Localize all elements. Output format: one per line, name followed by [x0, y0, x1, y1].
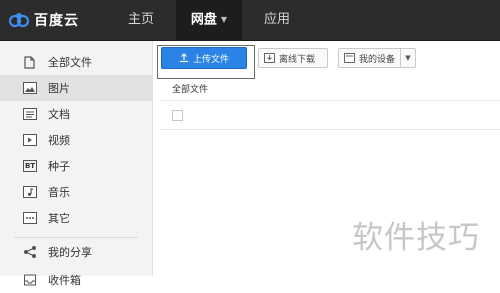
sidebar-item-label: 视频: [48, 134, 70, 147]
sidebar-item-label: 我的分享: [48, 246, 92, 259]
upload-button[interactable]: 上传文件: [161, 47, 247, 69]
top-bar: 百度云 主页 网盘 ▼ 应用: [0, 0, 500, 41]
inbox-icon: [22, 272, 38, 288]
file-icon: [22, 54, 38, 70]
nav-disk[interactable]: 网盘 ▼: [176, 0, 242, 40]
sidebar: 全部文件 图片 文档 视频 BT 种子 音乐 其它 我的分享 收件箱: [0, 41, 153, 287]
upload-button-label: 上传文件: [192, 54, 229, 65]
cloud-logo-icon: [8, 13, 30, 28]
sidebar-item-label: 收件箱: [48, 274, 81, 287]
sidebar-item-documents[interactable]: 文档: [0, 101, 152, 127]
share-icon: [22, 244, 38, 260]
document-icon: [22, 106, 38, 122]
my-device-label: 我的设备: [359, 54, 396, 65]
download-icon: [264, 53, 275, 63]
chevron-down-icon[interactable]: ▼: [400, 49, 415, 67]
image-icon: [22, 80, 38, 96]
sidebar-item-images[interactable]: 图片: [0, 75, 152, 101]
my-device-button[interactable]: 我的设备 ▼: [338, 48, 416, 68]
sidebar-item-other[interactable]: 其它: [0, 205, 152, 231]
device-icon: [344, 53, 355, 63]
more-icon: [22, 210, 38, 226]
sidebar-item-videos[interactable]: 视频: [0, 127, 152, 153]
select-all-checkbox[interactable]: [172, 110, 183, 121]
sidebar-item-label: 全部文件: [48, 56, 92, 69]
upload-icon: [179, 53, 188, 63]
sidebar-item-partial[interactable]: 收件箱: [0, 267, 152, 293]
breadcrumb[interactable]: 全部文件: [172, 82, 208, 95]
music-icon: [22, 184, 38, 200]
sidebar-item-all-files[interactable]: 全部文件: [0, 49, 152, 75]
nav-apps[interactable]: 应用: [252, 0, 302, 40]
sidebar-item-torrents[interactable]: BT 种子: [0, 153, 152, 179]
sidebar-item-label: 音乐: [48, 186, 70, 199]
brand-name: 百度云: [34, 13, 79, 29]
watermark: 软件技巧: [352, 220, 480, 256]
chevron-down-icon: ▼: [220, 15, 228, 24]
offline-download-label: 离线下载: [279, 54, 316, 65]
nav-home-label: 主页: [127, 12, 154, 27]
sidebar-item-music[interactable]: 音乐: [0, 179, 152, 205]
sidebar-item-label: 其它: [48, 212, 70, 225]
bt-badge: BT: [23, 160, 37, 172]
offline-download-button[interactable]: 离线下载: [258, 48, 328, 68]
sidebar-item-label: 图片: [48, 82, 70, 95]
file-list-header: [160, 100, 500, 130]
baidu-cloud-logo[interactable]: 百度云: [8, 8, 79, 32]
sidebar-divider: [14, 237, 138, 238]
nav-disk-label: 网盘: [190, 12, 217, 28]
nav-apps-label: 应用: [263, 12, 290, 27]
sidebar-item-label: 文档: [48, 108, 70, 121]
bt-icon: BT: [22, 158, 38, 174]
video-icon: [22, 132, 38, 148]
sidebar-item-label: 种子: [48, 160, 70, 173]
nav-home[interactable]: 主页: [116, 0, 166, 40]
sidebar-item-my-share[interactable]: 我的分享: [0, 239, 152, 265]
